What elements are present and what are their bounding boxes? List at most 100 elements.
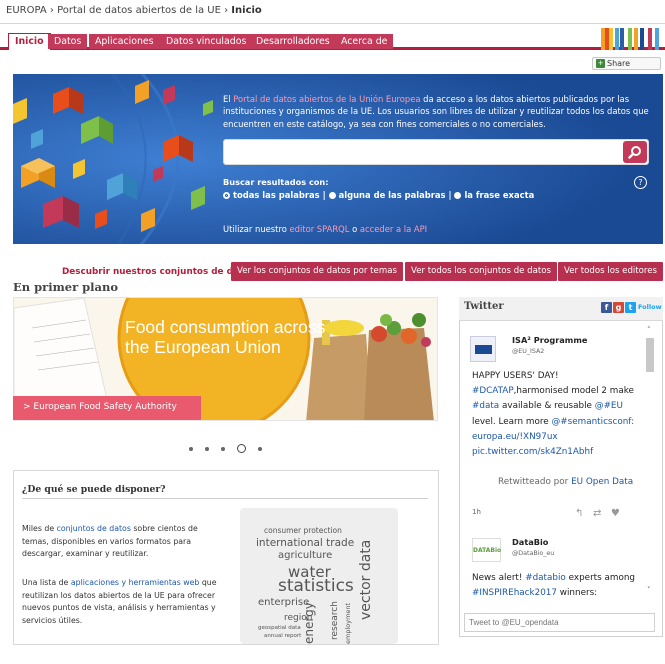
tag-vector-data[interactable]: vector data	[358, 540, 374, 620]
carousel-dot[interactable]	[221, 447, 225, 451]
tweet-time[interactable]: 1h	[472, 508, 481, 516]
tag-annual-report[interactable]: annual report	[264, 633, 301, 639]
twitter-follow-button[interactable]: t Follow	[625, 302, 662, 321]
tag-international-trade[interactable]: international trade	[256, 537, 354, 549]
tag-statistics[interactable]: statistics	[278, 576, 354, 596]
all-datasets-button[interactable]: Ver todos los conjuntos de datos	[405, 262, 558, 281]
help-icon[interactable]: ?	[634, 176, 647, 189]
tweet-hashtag-link[interactable]: #DCATAP	[472, 386, 514, 396]
slide-title[interactable]: Food consumption across the European Uni…	[125, 317, 335, 357]
databio-avatar[interactable]: DATABio	[472, 538, 501, 562]
isa2-avatar[interactable]	[470, 336, 496, 362]
scroll-down-icon[interactable]: ˅	[647, 586, 651, 594]
social-icons: f g t Follow	[601, 302, 662, 321]
radio-separator: |	[322, 190, 326, 200]
divider	[22, 498, 428, 499]
sparql-mid-text: o	[349, 224, 360, 234]
datasets-link[interactable]: conjuntos de datos	[57, 524, 131, 533]
tweet-text-run: winners:	[556, 588, 598, 599]
tab-aplicaciones[interactable]: Aplicaciones	[89, 34, 160, 49]
retweet-label: Retwitteado por	[498, 477, 572, 487]
breadcrumb-europa[interactable]: EUROPA	[6, 5, 47, 16]
like-icon[interactable]: ♥	[611, 508, 620, 519]
carousel-dot[interactable]	[205, 447, 209, 451]
carousel-dot-active[interactable]	[237, 444, 246, 453]
tab-acerca-de[interactable]: Acerca de	[335, 34, 394, 49]
carousel-dot[interactable]	[189, 447, 193, 451]
tab-datos-vinculados[interactable]: Datos vinculados	[160, 34, 253, 49]
datasets-paragraph: Miles de conjuntos de datos sobre ciento…	[22, 523, 222, 561]
tag-research[interactable]: research	[330, 601, 340, 640]
paragraph-text: Miles de	[22, 524, 57, 533]
retweet-by-link[interactable]: EU Open Data	[571, 477, 633, 487]
retweet-line: Retwitteado por EU Open Data	[498, 477, 633, 487]
search-icon	[628, 146, 641, 159]
paragraph-text: Una lista de	[22, 578, 71, 587]
hero-description: El Portal de datos abiertos de la Unión …	[223, 93, 653, 130]
tag-agriculture[interactable]: agriculture	[278, 550, 332, 561]
discover-label: Descubrir nuestros conjuntos de datos	[62, 267, 255, 277]
portal-link[interactable]: Portal de datos abiertos de la Unión Eur…	[233, 94, 420, 104]
tweet-actions: ↰ ⇄ ♥	[575, 508, 620, 519]
radio-frase-label: la frase exacta	[464, 190, 535, 200]
google-plus-icon[interactable]: g	[613, 302, 624, 313]
tweet-text: News alert! #databio experts among #INSP…	[472, 571, 644, 601]
facebook-icon[interactable]: f	[601, 302, 612, 313]
tweet-author-handle[interactable]: @DataBio_eu	[512, 550, 554, 557]
featured-title: En primer plano	[13, 280, 119, 294]
tweet-author-name[interactable]: ISA² Programme	[512, 335, 587, 345]
breadcrumb-current: Inicio	[231, 5, 262, 16]
reply-icon[interactable]: ↰	[575, 508, 583, 519]
tab-desarrolladores[interactable]: Desarrolladores	[250, 34, 336, 49]
tag-cloud: consumer protection international trade …	[240, 508, 398, 644]
retweet-icon[interactable]: ⇄	[593, 508, 601, 519]
radio-alguna[interactable]: alguna de las palabras	[328, 190, 446, 200]
search-input[interactable]	[229, 144, 619, 160]
tab-inicio[interactable]: Inicio	[8, 33, 51, 50]
tweet-hashtag-link[interactable]: #INSPIREhack2017	[472, 588, 557, 598]
twitter-title: Twitter	[464, 301, 504, 312]
tweet-hashtag-link[interactable]: #databio	[525, 573, 566, 583]
datasets-by-topic-button[interactable]: Ver los conjuntos de datos por temas	[231, 262, 403, 281]
breadcrumb: EUROPA › Portal de datos abiertos de la …	[0, 0, 665, 24]
breadcrumb-portal[interactable]: Portal de datos abiertos de la UE	[57, 5, 221, 16]
what-available-title: ¿De qué se puede disponer?	[22, 484, 166, 495]
sparql-editor-link[interactable]: editor SPARQL	[290, 224, 350, 234]
tweet-text-run: ,harmonised model 2 make	[513, 386, 634, 397]
tweet-hashtag-link[interactable]: @#EU	[595, 401, 623, 411]
radio-frase[interactable]: la frase exacta	[454, 190, 534, 200]
apps-link[interactable]: aplicaciones y herramientas web	[71, 578, 200, 587]
slide-source-link[interactable]: > European Food Safety Authority	[13, 396, 201, 420]
hero-intro-text: El	[223, 94, 234, 104]
radio-todas[interactable]: todas las palabras	[223, 190, 320, 200]
radio-icon	[454, 192, 462, 199]
share-plus-icon: +	[596, 59, 605, 68]
tweet-text-run: available & reusable	[499, 401, 595, 412]
tweet-text-run: HAPPY USERS' DAY!	[472, 371, 559, 381]
carousel-dot[interactable]	[258, 447, 262, 451]
scrollbar-thumb[interactable]	[646, 338, 654, 372]
radio-icon	[328, 192, 336, 199]
tag-consumer-protection[interactable]: consumer protection	[264, 526, 342, 535]
all-publishers-button[interactable]: Ver todos los editores	[558, 262, 664, 281]
sparql-pre-text: Utilizar nuestro	[223, 224, 290, 234]
api-link[interactable]: acceder a la API	[360, 224, 427, 234]
search-button[interactable]	[623, 141, 647, 163]
tab-datos[interactable]: Datos	[48, 34, 88, 49]
apps-paragraph: Una lista de aplicaciones y herramientas…	[22, 577, 222, 627]
tweet-text: HAPPY USERS' DAY! #DCATAP,harmonised mod…	[472, 369, 642, 460]
search-mode-radios: todas las palabras | alguna de las palab…	[223, 190, 534, 200]
tag-employment[interactable]: employment	[344, 603, 352, 644]
tweet-author-name[interactable]: DataBio	[512, 537, 548, 547]
twitter-bird-icon: t	[625, 302, 636, 313]
tweet-hashtag-link[interactable]: #data	[472, 401, 499, 411]
tweet-author-handle[interactable]: @EU_ISA2	[512, 348, 544, 355]
follow-label: Follow	[638, 303, 662, 311]
tag-energy[interactable]: energy	[302, 602, 316, 644]
share-button[interactable]: + Share	[592, 57, 661, 70]
radio-separator: |	[448, 190, 452, 200]
sparql-api-line: Utilizar nuestro editor SPARQL o acceder…	[223, 224, 427, 234]
tweet-compose-input[interactable]	[464, 613, 655, 632]
tag-geospatial-data[interactable]: geospatial data	[258, 625, 301, 631]
scroll-up-icon[interactable]: ˄	[647, 326, 651, 334]
